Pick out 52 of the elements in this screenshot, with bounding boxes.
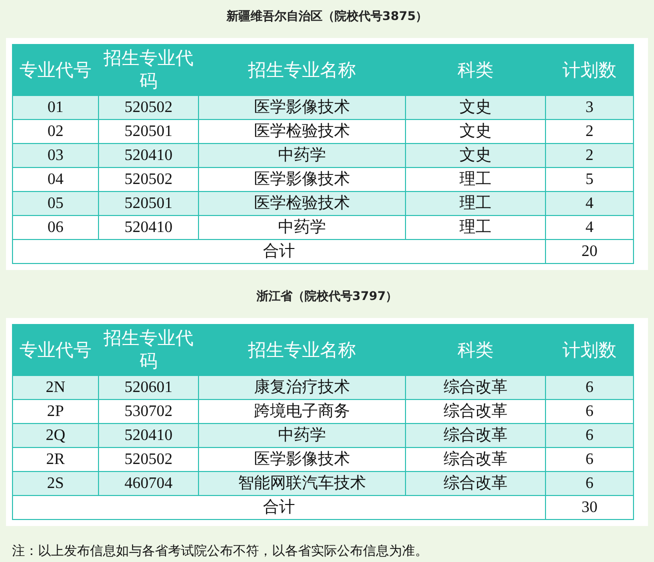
- column-header: 招生专业代码: [98, 44, 198, 96]
- total-value-cell: 20: [546, 240, 634, 264]
- footnote: 注：以上发布信息如与各省考试院公布不符，以各省实际公布信息为准。: [11, 543, 429, 560]
- table-cell: 综合改革: [406, 472, 546, 496]
- section-title: 新疆维吾尔自治区（院校代号3875）: [225, 8, 429, 25]
- table-cell: 2: [546, 144, 634, 168]
- table-cell: 理工: [406, 192, 546, 216]
- table-cell: 01: [12, 96, 98, 120]
- table-cell: 中药学: [198, 144, 406, 168]
- section-title: 浙江省（院校代号3797）: [255, 288, 399, 305]
- table-cell: 06: [12, 216, 98, 240]
- table-cell: 03: [12, 144, 98, 168]
- table-cell: 2S: [12, 472, 98, 496]
- table-cell: 520410: [98, 144, 198, 168]
- table-cell: 6: [546, 376, 634, 400]
- table-cell: 4: [546, 192, 634, 216]
- table-cell: 520410: [98, 216, 198, 240]
- column-header: 科类: [406, 44, 546, 96]
- column-header: 科类: [406, 324, 546, 376]
- table-cell: 460704: [98, 472, 198, 496]
- table-cell: 3: [546, 96, 634, 120]
- table-cell: 2Q: [12, 424, 98, 448]
- column-header: 计划数: [546, 324, 634, 376]
- column-header: 招生专业代码: [98, 324, 198, 376]
- total-value-cell: 30: [546, 496, 634, 520]
- table-cell: 综合改革: [406, 424, 546, 448]
- column-header: 专业代号: [12, 44, 98, 96]
- table-cell: 中药学: [198, 216, 406, 240]
- table-cell: 医学影像技术: [198, 96, 406, 120]
- table-cell: 05: [12, 192, 98, 216]
- total-label-cell: 合计: [12, 240, 546, 264]
- table-cell: 中药学: [198, 424, 406, 448]
- total-label-cell: 合计: [12, 496, 546, 520]
- table-cell: 520501: [98, 192, 198, 216]
- table-cell: 综合改革: [406, 376, 546, 400]
- table-cell: 520410: [98, 424, 198, 448]
- column-header: 招生专业名称: [198, 44, 406, 96]
- table-cell: 智能网联汽车技术: [198, 472, 406, 496]
- column-header: 招生专业名称: [198, 324, 406, 376]
- column-header: 计划数: [546, 44, 634, 96]
- table-cell: 520502: [98, 96, 198, 120]
- table-cell: 医学检验技术: [198, 192, 406, 216]
- table-cell: 520601: [98, 376, 198, 400]
- table-cell: 理工: [406, 216, 546, 240]
- table-cell: 康复治疗技术: [198, 376, 406, 400]
- table-cell: 文史: [406, 144, 546, 168]
- table-cell: 2N: [12, 376, 98, 400]
- table-cell: 6: [546, 472, 634, 496]
- table-cell: 6: [546, 424, 634, 448]
- table-cell: 文史: [406, 96, 546, 120]
- column-header: 专业代号: [12, 324, 98, 376]
- table-cell: 4: [546, 216, 634, 240]
